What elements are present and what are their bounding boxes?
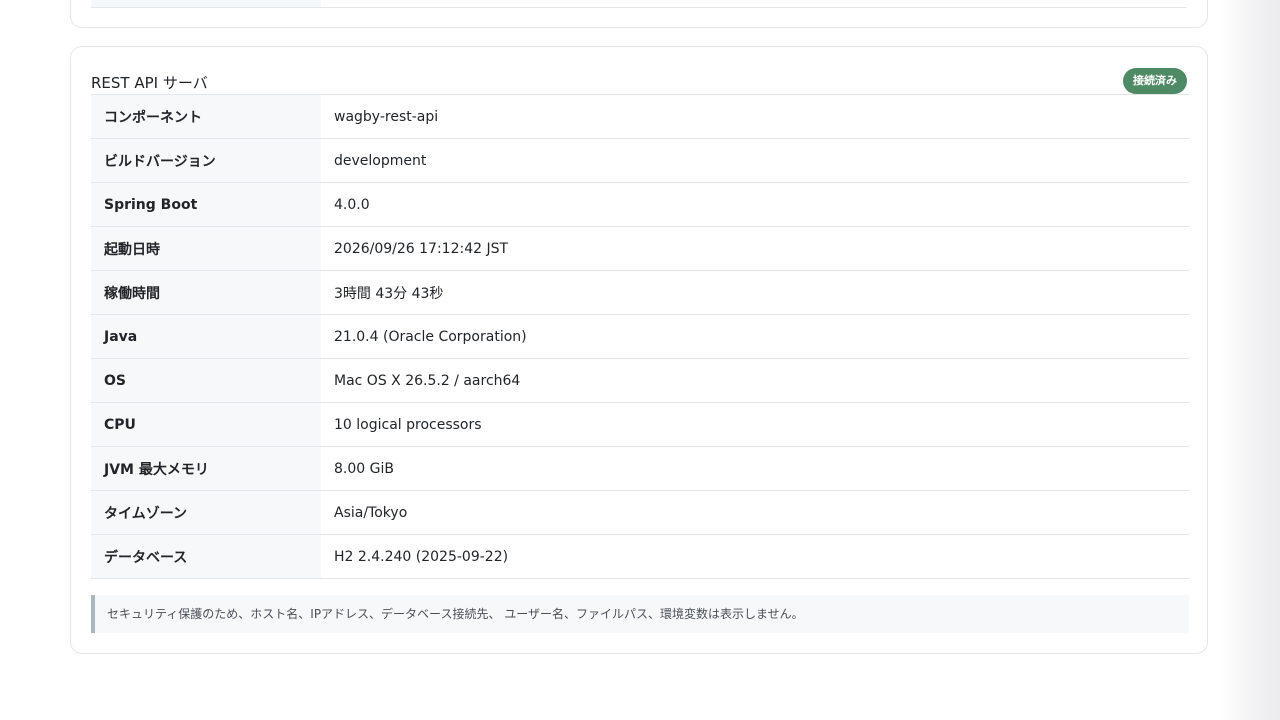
window-edge-shadow (1220, 0, 1280, 720)
page: REST API サーバ 接続済み コンポーネント wagby-rest-api… (0, 0, 1280, 720)
row-label-os: OS (91, 358, 321, 403)
row-label-uptime: 稼働時間 (91, 270, 321, 315)
row-label-cpu: CPU (91, 402, 321, 447)
row-value-os: Mac OS X 26.5.2 / aarch64 (321, 358, 1189, 403)
row-label-java: Java (91, 314, 321, 359)
rest-api-server-card: REST API サーバ 接続済み コンポーネント wagby-rest-api… (70, 46, 1208, 654)
row-label-build-version: ビルドバージョン (91, 138, 321, 183)
table-row: OS Mac OS X 26.5.2 / aarch64 (91, 358, 1189, 403)
row-value-component: wagby-rest-api (321, 94, 1189, 139)
table-row: Java 21.0.4 (Oracle Corporation) (91, 314, 1189, 359)
table-row: JVM 最大メモリ 8.00 GiB (91, 446, 1189, 491)
table-row: CPU 10 logical processors (91, 402, 1189, 447)
table-row: 起動日時 2026/09/26 17:12:42 JST (91, 226, 1189, 271)
row-value-java: 21.0.4 (Oracle Corporation) (321, 314, 1189, 359)
row-value-build-version: development (321, 138, 1189, 183)
row-label-timezone: タイムゾーン (91, 490, 321, 535)
table-row: タイムゾーン Asia/Tokyo (91, 490, 1189, 535)
row-value-start-time: 2026/09/26 17:12:42 JST (321, 226, 1189, 271)
row-label-component: コンポーネント (91, 94, 321, 139)
security-note: セキュリティ保護のため、ホスト名、IPアドレス、データベース接続先、 ユーザー名… (91, 595, 1189, 633)
row-value-uptime: 3時間 43分 43秒 (321, 270, 1189, 315)
table-row: データベース H2 2.4.240 (2025-09-22) (91, 534, 1189, 579)
previous-card (70, 0, 1208, 28)
row-value-cpu: 10 logical processors (321, 402, 1189, 447)
server-info-table: コンポーネント wagby-rest-api ビルドバージョン developm… (91, 94, 1189, 579)
previous-card-last-row (91, 0, 1187, 8)
table-row: コンポーネント wagby-rest-api (91, 94, 1189, 139)
status-badge: 接続済み (1123, 68, 1187, 94)
row-value-database: H2 2.4.240 (2025-09-22) (321, 534, 1189, 579)
card-header: REST API サーバ 接続済み (91, 68, 1187, 96)
row-label-database: データベース (91, 534, 321, 579)
table-row: Spring Boot 4.0.0 (91, 182, 1189, 227)
row-value-timezone: Asia/Tokyo (321, 490, 1189, 535)
row-value-jvm-max-memory: 8.00 GiB (321, 446, 1189, 491)
table-row: ビルドバージョン development (91, 138, 1189, 183)
row-label-start-time: 起動日時 (91, 226, 321, 271)
previous-card-label-cell (91, 0, 321, 7)
row-label-spring-boot: Spring Boot (91, 182, 321, 227)
row-label-jvm-max-memory: JVM 最大メモリ (91, 446, 321, 491)
row-value-spring-boot: 4.0.0 (321, 182, 1189, 227)
table-row: 稼働時間 3時間 43分 43秒 (91, 270, 1189, 315)
card-title: REST API サーバ (91, 74, 208, 92)
